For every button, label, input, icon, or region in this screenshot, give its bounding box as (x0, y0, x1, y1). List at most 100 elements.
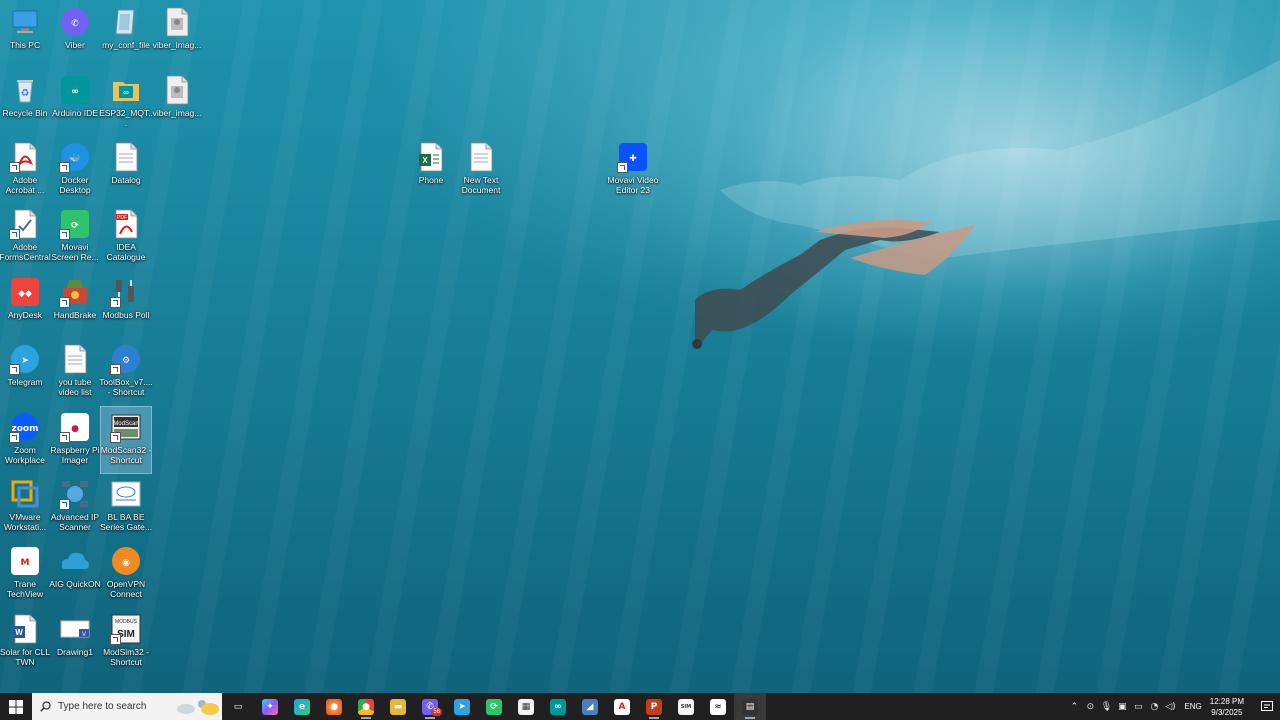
start-button[interactable] (0, 693, 32, 720)
desktop-icon-advanced-ip-scanner[interactable]: Advanced IP Scanner (50, 474, 100, 540)
desktop-icon-label: Trane TechView (6, 579, 44, 599)
desktop-icon-vmware-workstati[interactable]: VMware Workstati... (0, 474, 50, 540)
taskbar-microsoft-store-button[interactable]: ▦ (510, 693, 542, 720)
desktop-icon-anydesk[interactable]: ◆◆ AnyDesk (0, 272, 50, 338)
firefox-icon: ● (326, 698, 342, 715)
shortcut-arrow-icon (9, 162, 20, 173)
docker-icon: 🐳 (59, 141, 91, 173)
desktop-icon-idea-catalogue[interactable]: PDF IDEA Catalogue (101, 204, 151, 270)
taskbar-wireshark-button[interactable]: ◢ (574, 693, 606, 720)
desktop-icon-viber-imag[interactable]: viber_imag... (152, 2, 202, 68)
desktop-icon-this-pc[interactable]: This PC (0, 2, 50, 68)
desktop-icon-label: Datalog (111, 175, 141, 185)
taskbar-modscan-button[interactable]: ▤ (734, 693, 766, 720)
desktop-icon-movavi-screen-re[interactable]: ⟳ Movavi Screen Re... (50, 204, 100, 270)
taskbar-gateway-button[interactable]: ≈ (702, 693, 734, 720)
taskbar-firefox-button[interactable]: ● (318, 693, 350, 720)
desktop-icon-movavi-video-editor-23[interactable]: ✚ Movavi Video Editor 23 (608, 137, 658, 203)
movavi-icon: ⟳ (486, 698, 502, 715)
desktop-icon-viber-imag[interactable]: viber_imag... (152, 70, 202, 136)
taskbar-acrobat-button[interactable]: A (606, 693, 638, 720)
svg-text:⚙: ⚙ (122, 356, 130, 366)
taskbar-search-box[interactable]: Type here to search (32, 693, 222, 720)
shortcut-arrow-icon (59, 162, 70, 173)
desktop-icon-handbrake[interactable]: HandBrake (50, 272, 100, 338)
taskbar-arduino-button[interactable]: ∞ (542, 693, 574, 720)
desktop-icon-label: Movavi Screen Re... (51, 242, 99, 262)
desktop-icon-bl-ba-be-series-gate[interactable]: BL BA BE Series Gate... (100, 474, 152, 540)
security-icon[interactable]: ▣ (1114, 702, 1130, 712)
taskbar-copilot-button[interactable]: ✦ (254, 693, 286, 720)
desktop-icon-label: Arduino IDE (52, 108, 98, 118)
movavi-screen-icon: ⟳ (59, 208, 91, 240)
taskbar-telegram-button[interactable]: ➤ (446, 693, 478, 720)
desktop-icon-toolbox-v7-shortcut[interactable]: ⚙ ToolBox_v7.... - Shortcut (99, 339, 153, 405)
arduino-icon: ∞ (59, 74, 91, 106)
taskbar-file-explorer-button[interactable]: ▬ (382, 693, 414, 720)
windows-logo-icon (9, 699, 23, 714)
desktop-icon-datalog[interactable]: Datalog (101, 137, 151, 203)
desktop-icon-modscan32-shortcut[interactable]: ModScan ModScan32 - Shortcut (100, 406, 152, 474)
desktop-icon-adobe-acrobat[interactable]: Adobe Acrobat ... (0, 137, 50, 203)
desktop-icon-solar-for-cll-twn[interactable]: W Solar for CLL TWN (0, 609, 50, 675)
excel-icon: X (415, 141, 447, 173)
desktop-icon-aig-quickon[interactable]: AIG QuickON (49, 541, 101, 607)
desktop-icon-zoom-workplace[interactable]: zoom Zoom Workplace (0, 407, 50, 473)
desktop-icon-modbus-poll[interactable]: Modbus Poll (101, 272, 151, 338)
shortcut-arrow-icon (617, 162, 628, 173)
trane-icon: M (9, 545, 41, 577)
desktop-icon-label: ModSim32 - Shortcut (103, 647, 149, 667)
taskbar-movavi-button[interactable]: ⟳ (478, 693, 510, 720)
search-placeholder: Type here to search (58, 701, 147, 712)
gear-icon: ⚙ (110, 343, 142, 375)
system-tray: ⌃ ⊙ 🎙 ▣ ▭ ◔ ◁) ENG 12:28 PM 9/3/2025 (1066, 693, 1280, 720)
desktop-icon-label: VMware Workstati... (3, 512, 47, 532)
svg-text:M: M (21, 558, 30, 568)
desktop-icon-raspberry-pi-imager[interactable]: ● Raspberry Pi Imager (50, 407, 100, 473)
taskbar-modsim-button[interactable]: SIM (670, 693, 702, 720)
desktop-icon-label: ToolBox_v7.... - Shortcut (99, 377, 153, 397)
notification-center-button[interactable] (1254, 693, 1280, 720)
modscan-icon: ModScan (110, 411, 142, 443)
desktop-icon-docker-desktop[interactable]: 🐳 Docker Desktop (50, 137, 100, 203)
desktop-icon-arduino-ide[interactable]: ∞ Arduino IDE (50, 70, 100, 136)
image-file-icon (161, 74, 193, 106)
modsim-icon: MODBUS SIM (110, 613, 142, 645)
wireshark-icon: ◢ (582, 698, 598, 715)
taskbar-edge-button[interactable]: e (286, 693, 318, 720)
battery-icon[interactable]: ▭ (1130, 702, 1146, 712)
desktop-icon-phone[interactable]: X Phone (406, 137, 456, 203)
desktop-icon-label: Adobe Acrobat ... (5, 175, 45, 195)
shortcut-arrow-icon (110, 364, 121, 375)
desktop-icon-drawing1[interactable]: V Drawing1 (50, 609, 100, 675)
taskbar-viber-button[interactable]: ✆ 56 (414, 693, 446, 720)
desktop-icon-my-conf-file[interactable]: my_conf_file (101, 2, 151, 68)
desktop-icon-esp32-mqt[interactable]: ∞ ESP32_MQT... (99, 70, 153, 136)
shortcut-arrow-icon (59, 432, 70, 443)
desktop-icon-you-tube-video-list[interactable]: you tube video list (50, 339, 100, 405)
shortcut-arrow-icon (110, 634, 121, 645)
input-language[interactable]: ENG (1184, 702, 1201, 711)
desktop-icon-modsim32-shortcut[interactable]: MODBUS SIM ModSim32 - Shortcut (101, 609, 151, 675)
location-icon[interactable]: ⊙ (1082, 702, 1098, 712)
volume-icon[interactable]: ◁) (1162, 702, 1178, 712)
desktop-icon-adobe-formscentral[interactable]: Adobe FormsCentral (0, 204, 51, 270)
desktop-icon-label: Adobe FormsCentral (0, 242, 51, 262)
desktop-icon-trane-techview[interactable]: M Trane TechView (0, 541, 50, 607)
desktop-icon-recycle-bin[interactable]: ♻ Recycle Bin (0, 70, 50, 136)
desktop-icon-viber[interactable]: ✆ Viber (50, 2, 100, 68)
taskbar-chrome-button[interactable]: ● (350, 693, 382, 720)
modsim-icon: SIM (678, 698, 694, 715)
desktop-icon-telegram[interactable]: ➤ Telegram (0, 339, 50, 405)
this-pc-icon (9, 6, 41, 38)
shortcut-arrow-icon (9, 364, 20, 375)
taskbar-powerpoint-button[interactable]: P (638, 693, 670, 720)
wifi-icon[interactable]: ◔ (1146, 702, 1162, 712)
desktop-icon-openvpn-connect[interactable]: ◉ OpenVPN Connect (101, 541, 151, 607)
chevron-up-icon[interactable]: ⌃ (1066, 702, 1082, 712)
desktop-icon-new-text-document[interactable]: New Text Document (456, 137, 506, 203)
taskbar-task-view-button[interactable]: ▭ (222, 693, 254, 720)
microphone-icon[interactable]: 🎙 (1098, 702, 1114, 712)
formscentral-icon (9, 208, 41, 240)
clock[interactable]: 12:28 PM 9/3/2025 (1210, 696, 1244, 718)
